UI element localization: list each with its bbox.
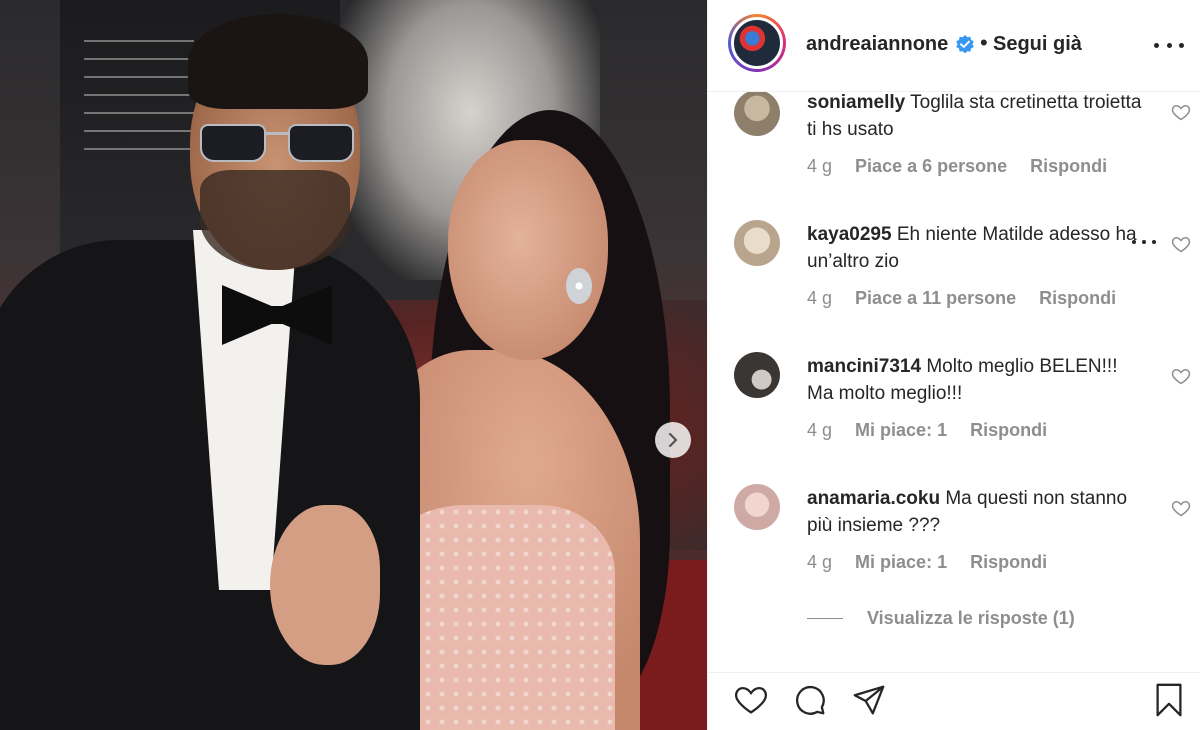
post-photo[interactable] xyxy=(0,0,707,730)
bookmark-icon[interactable] xyxy=(1150,681,1188,719)
comment-options-icon[interactable] xyxy=(1132,240,1156,246)
comment-icon[interactable] xyxy=(791,681,829,719)
heart-icon[interactable] xyxy=(1171,102,1191,122)
comment-avatar[interactable] xyxy=(734,484,780,530)
comment-likes[interactable]: Mi piace: 1 xyxy=(855,420,947,440)
sunglasses-bridge xyxy=(264,132,290,135)
comment-likes[interactable]: Mi piace: 1 xyxy=(855,552,947,572)
profile-avatar-image xyxy=(731,17,783,69)
more-options-dot xyxy=(1179,42,1184,48)
comment-text: soniamelly Toglila sta cretinetta troiet… xyxy=(807,92,1147,143)
comment-likes[interactable]: Piace a 6 persone xyxy=(855,156,1007,176)
header-separator: • xyxy=(980,30,988,55)
chevron-right-icon xyxy=(668,433,678,447)
comment-text: kaya0295 Eh niente Matilde adesso ha un’… xyxy=(807,221,1147,275)
comment-item: anamaria.coku Ma questi non stanno più i… xyxy=(708,478,1200,598)
sunglasses-lens-left xyxy=(200,124,266,162)
comment-options-dot xyxy=(1152,240,1156,244)
comment-item: kaya0295 Eh niente Matilde adesso ha un’… xyxy=(708,214,1200,334)
more-options-icon[interactable] xyxy=(1154,30,1184,60)
reply-button[interactable]: Rispondi xyxy=(970,552,1047,572)
man-beard xyxy=(200,170,350,270)
comment-username[interactable]: mancini7314 xyxy=(807,356,921,377)
comment-username[interactable]: soniamelly xyxy=(807,92,905,113)
post-side-panel: andreaiannone • Segui già soniamelly Tog… xyxy=(707,0,1200,730)
heart-icon[interactable] xyxy=(1171,234,1191,254)
heart-icon[interactable] xyxy=(1171,366,1191,386)
share-icon[interactable] xyxy=(850,681,888,719)
comment-meta: 4 g Mi piace: 1 Rispondi xyxy=(807,420,1047,441)
comment-meta: 4 g Mi piace: 1 Rispondi xyxy=(807,552,1047,573)
sunglasses-lens-right xyxy=(288,124,354,162)
comment-age: 4 g xyxy=(807,156,833,176)
comment-meta: 4 g Piace a 6 persone Rispondi xyxy=(807,156,1107,177)
comment-item: mancini7314 Molto meglio BELEN!!! Ma mol… xyxy=(708,346,1200,466)
comment-avatar[interactable] xyxy=(734,352,780,398)
heart-icon[interactable] xyxy=(732,681,770,719)
more-options-dot xyxy=(1154,42,1159,48)
sunglasses xyxy=(200,118,360,162)
profile-username[interactable]: andreaiannone xyxy=(806,33,948,56)
comment-username[interactable]: anamaria.coku xyxy=(807,488,940,509)
comment-meta: 4 g Piace a 11 persone Rispondi xyxy=(807,288,1116,309)
post-header: andreaiannone • Segui già xyxy=(708,0,1200,92)
comments-list: soniamelly Toglila sta cretinetta troiet… xyxy=(708,92,1200,672)
comment-likes[interactable]: Piace a 11 persone xyxy=(855,288,1016,308)
reply-button[interactable]: Rispondi xyxy=(970,420,1047,440)
view-replies-label: Visualizza le risposte (1) xyxy=(867,608,1075,628)
comment-avatar[interactable] xyxy=(734,92,780,136)
comment-username[interactable]: kaya0295 xyxy=(807,224,892,245)
woman-face xyxy=(448,140,608,360)
comment-text: anamaria.coku Ma questi non stanno più i… xyxy=(807,485,1147,539)
more-options-dot xyxy=(1166,42,1172,48)
carousel-next-button[interactable] xyxy=(655,422,691,458)
verified-badge-icon xyxy=(956,35,974,54)
heart-icon[interactable] xyxy=(1171,498,1191,518)
comment-item: soniamelly Toglila sta cretinetta troiet… xyxy=(708,92,1200,202)
reply-button[interactable]: Rispondi xyxy=(1030,156,1107,176)
background-poster-text xyxy=(84,40,194,150)
following-button[interactable]: Segui già xyxy=(993,33,1082,56)
comment-avatar[interactable] xyxy=(734,220,780,266)
profile-avatar[interactable] xyxy=(728,14,786,72)
reply-button[interactable]: Rispondi xyxy=(1039,288,1116,308)
replies-divider xyxy=(807,618,843,619)
comment-options-dot xyxy=(1142,240,1146,244)
woman-hand xyxy=(270,505,380,665)
man-hair xyxy=(188,14,368,109)
comment-age: 4 g xyxy=(807,420,833,440)
comment-age: 4 g xyxy=(807,552,833,572)
post-actions-bar xyxy=(708,672,1200,730)
earring xyxy=(566,268,592,304)
comment-age: 4 g xyxy=(807,288,833,308)
comment-options-dot xyxy=(1132,240,1136,244)
comment-text: mancini7314 Molto meglio BELEN!!! Ma mol… xyxy=(807,353,1147,407)
